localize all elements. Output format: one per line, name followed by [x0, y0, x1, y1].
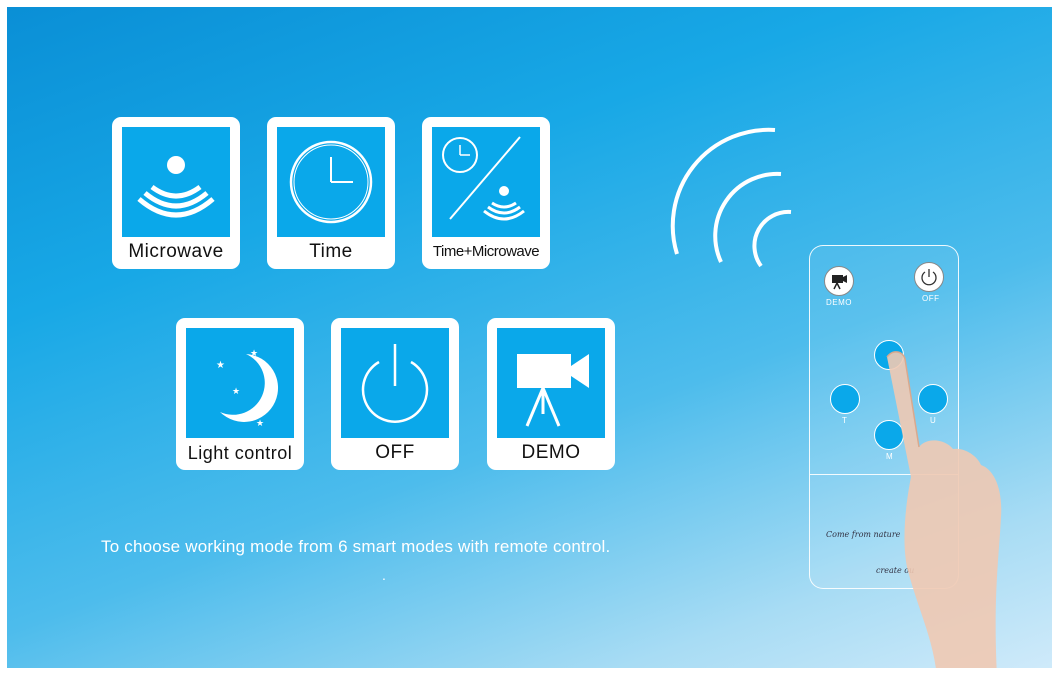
svg-text:★: ★ [216, 360, 225, 371]
power-icon [341, 328, 449, 438]
remote-time-button[interactable] [830, 384, 860, 414]
product-banner: Microwave Time Time+Microwave ★ ★ ★ ★ Li… [7, 7, 1052, 668]
mode-label: OFF [375, 442, 415, 463]
mode-tile-time-microwave[interactable]: Time+Microwave [422, 117, 550, 269]
remote-t-label: T [842, 416, 848, 425]
mode-tile-microwave[interactable]: Microwave [112, 117, 240, 269]
description-caption: To choose working mode from 6 smart mode… [101, 537, 611, 556]
hand-finger-image [886, 351, 1002, 668]
mode-tile-time[interactable]: Time [267, 117, 395, 269]
svg-text:★: ★ [232, 387, 240, 397]
remote-off-button[interactable] [914, 262, 944, 292]
mode-label: DEMO [521, 442, 581, 463]
mode-tile-light-control[interactable]: ★ ★ ★ ★ Light control [176, 318, 304, 470]
caption-dot: . [382, 567, 386, 583]
mode-label: Microwave [128, 241, 224, 262]
remote-off-label: OFF [922, 294, 940, 303]
microwave-sensor-icon [122, 127, 230, 237]
clock-icon [277, 127, 385, 237]
svg-text:★: ★ [250, 349, 258, 359]
mode-label: Time [309, 241, 353, 262]
remote-demo-button[interactable] [824, 266, 854, 296]
moon-stars-icon: ★ ★ ★ ★ [186, 328, 294, 438]
mode-tile-demo[interactable]: DEMO [487, 318, 615, 470]
power-icon [921, 269, 937, 286]
wireless-signal-icon [670, 127, 792, 268]
camera-icon [497, 328, 605, 438]
remote-demo-label: DEMO [826, 298, 852, 307]
mode-label: Time+Microwave [432, 243, 540, 260]
clock-microwave-icon [432, 127, 540, 237]
mode-tile-off[interactable]: OFF [331, 318, 459, 470]
mode-label: Light control [187, 443, 293, 463]
camera-icon [832, 275, 847, 290]
svg-text:★: ★ [256, 419, 264, 429]
